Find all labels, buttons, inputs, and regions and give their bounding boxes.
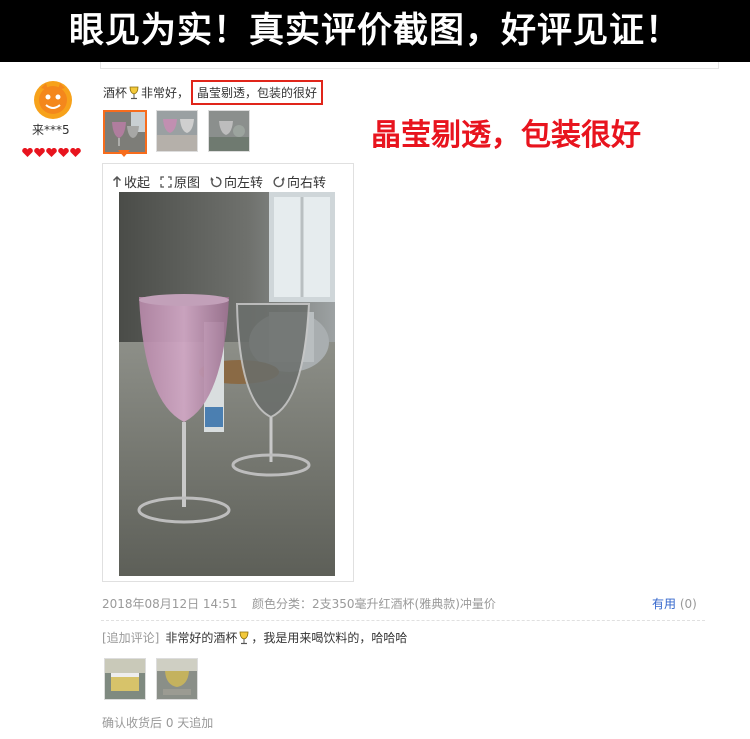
rotate-right-label: 向右转 [287, 176, 327, 191]
append-tag: [追加评论] [102, 631, 160, 645]
promo-caption: 晶莹剔透，包装很好 [371, 118, 641, 153]
review-text: 酒杯 非常好， 晶莹剔透，包装的很好 [103, 80, 324, 105]
reviewer-rank [22, 142, 81, 157]
glasses-photo-thumbnail [157, 111, 197, 151]
append-photo-thumb[interactable] [156, 658, 198, 700]
heart-icon [58, 142, 69, 157]
appended-review: [追加评论] 非常好的酒杯 ，我是用来喝饮料的，哈哈哈 [102, 629, 407, 646]
divider [101, 620, 705, 621]
review-highlight: 晶莹剔透，包装的很好 [191, 80, 324, 105]
append-timing: 确认收货后 0 天追加 [102, 716, 214, 730]
wine-glass-icon [129, 86, 139, 99]
rotate-right-button[interactable]: 向右转 [273, 172, 326, 191]
original-image-label: 原图 [174, 176, 201, 191]
review-photo-thumb[interactable] [156, 110, 198, 152]
collapse-label: 收起 [124, 176, 151, 191]
glasses-photo-thumbnail [105, 112, 145, 152]
wine-glasses-photo [119, 192, 335, 576]
photo-viewer: 收起 原图 向左转 向右转 [102, 163, 354, 582]
collapse-button[interactable]: 收起 [112, 172, 150, 191]
useful-count: (0) [679, 597, 697, 611]
glasses-photo-thumbnail [209, 111, 249, 151]
review-text-start: 酒杯 [103, 86, 128, 100]
review-photo-thumb[interactable] [208, 110, 250, 152]
append-text-start: 非常好的酒杯 [165, 631, 238, 645]
glass-photo-thumbnail [157, 659, 197, 699]
review-date: 2018年08月12日 14:51 [102, 597, 238, 611]
arrow-up-icon [112, 175, 122, 187]
rotate-left-icon [210, 176, 222, 187]
expand-icon [160, 175, 172, 188]
reviewer-avatar [34, 81, 72, 119]
heart-icon [46, 142, 57, 157]
review-photo-thumb-selected[interactable] [103, 110, 147, 154]
previous-review-border [100, 62, 719, 69]
banner-title: 眼见为实！真实评价截图，好评见证！ [0, 0, 750, 62]
reviewer-name: 来***5 [32, 123, 70, 137]
append-text-end: ，我是用来喝饮料的，哈哈哈 [251, 631, 408, 645]
review-photo-large [119, 192, 335, 576]
append-photo-thumb[interactable] [104, 658, 146, 700]
glass-photo-thumbnail [105, 659, 145, 699]
rotate-left-label: 向左转 [224, 176, 264, 191]
heart-icon [34, 142, 45, 157]
selected-thumb-caret [118, 150, 130, 157]
wine-glass-icon [239, 631, 249, 644]
useful-label[interactable]: 有用 [652, 597, 676, 611]
heart-icon [70, 142, 81, 157]
rotate-right-icon [273, 176, 285, 187]
heart-icon [22, 142, 33, 157]
original-image-button[interactable]: 原图 [160, 172, 200, 191]
review-sku: 颜色分类：2支350毫升红酒杯(雅典款)冲量价 [252, 597, 496, 611]
rotate-left-button[interactable]: 向左转 [210, 172, 263, 191]
useful-button[interactable]: 有用 (0) [652, 595, 697, 612]
review-text-mid: 非常好， [141, 86, 190, 100]
viewer-toolbar: 收起 原图 向左转 向右转 [112, 172, 326, 191]
